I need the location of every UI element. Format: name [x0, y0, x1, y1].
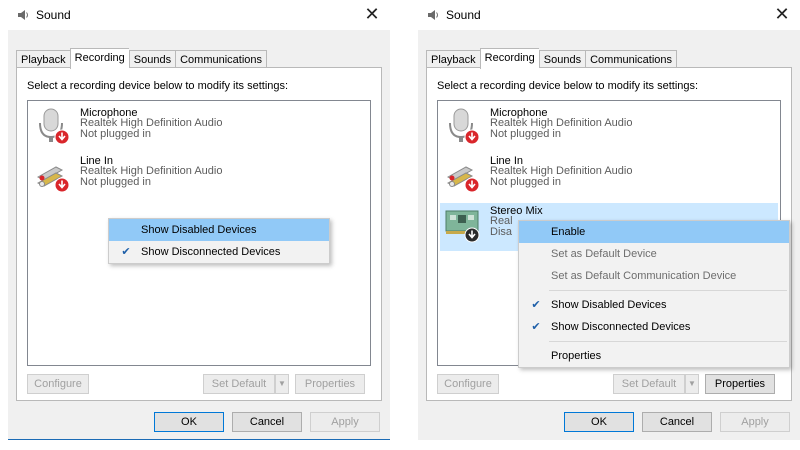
menu-item-show-disconnected[interactable]: ✔ Show Disconnected Devices [519, 316, 789, 338]
configure-button[interactable]: Configure [437, 374, 499, 394]
menu-item-set-default-device[interactable]: Set as Default Device [519, 243, 789, 265]
instruction-text: Select a recording device below to modif… [437, 80, 699, 92]
context-menu: Show Disabled Devices ✔ Show Disconnecte… [108, 218, 330, 264]
configure-button[interactable]: Configure [27, 374, 89, 394]
set-default-button[interactable]: Set Default [203, 374, 275, 394]
context-menu: Enable Set as Default Device Set as Defa… [518, 220, 790, 368]
speaker-icon [18, 10, 28, 20]
instruction-text: Select a recording device below to modif… [27, 80, 289, 92]
set-default-dropdown[interactable]: ▼ [275, 374, 289, 394]
device-status: Not plugged in [490, 128, 561, 140]
apply-button[interactable]: Apply [310, 412, 380, 432]
checkmark-icon: ✔ [531, 298, 541, 311]
device-microphone[interactable]: Microphone Realtek High Definition Audio… [440, 105, 778, 153]
sound-dialog-left: Sound ✕ Playback Recording Sounds Commun… [8, 0, 390, 440]
menu-item-enable[interactable]: Enable [519, 221, 789, 243]
device-status: Not plugged in [490, 176, 561, 188]
window-title: Sound [36, 8, 71, 22]
checkmark-icon: ✔ [121, 245, 131, 258]
device-status: Disa [490, 226, 513, 238]
tab-strip: Playback Recording Sounds Communications [426, 48, 678, 69]
line-in-icon [36, 166, 70, 193]
menu-item-show-disconnected[interactable]: ✔ Show Disconnected Devices [109, 241, 329, 263]
device-line-in[interactable]: Line In Realtek High Definition Audio No… [30, 153, 368, 201]
cancel-button[interactable]: Cancel [642, 412, 712, 432]
tab-strip: Playback Recording Sounds Communications [16, 48, 268, 69]
set-default-dropdown[interactable]: ▼ [685, 374, 699, 394]
menu-item-properties[interactable]: Properties [519, 345, 789, 367]
tab-communications[interactable]: Communications [175, 50, 268, 68]
cancel-button[interactable]: Cancel [232, 412, 302, 432]
tab-recording[interactable]: Recording [479, 48, 539, 69]
tab-sounds[interactable]: Sounds [128, 50, 176, 68]
chevron-down-icon: ▼ [278, 379, 286, 388]
sound-dialog-right: Sound ✕ Playback Recording Sounds Commun… [418, 0, 800, 440]
menu-item-show-disabled[interactable]: ✔ Show Disabled Devices [519, 294, 789, 316]
close-button[interactable]: ✕ [768, 2, 796, 28]
title-bar[interactable]: Sound ✕ [8, 0, 390, 30]
device-microphone[interactable]: Microphone Realtek High Definition Audio… [30, 105, 368, 153]
close-button[interactable]: ✕ [358, 2, 386, 28]
device-status: Not plugged in [80, 128, 151, 140]
chevron-down-icon: ▼ [688, 379, 696, 388]
microphone-icon [39, 108, 70, 145]
tab-sounds[interactable]: Sounds [538, 50, 586, 68]
properties-button[interactable]: Properties [295, 374, 365, 394]
menu-item-show-disabled[interactable]: Show Disabled Devices [109, 219, 329, 241]
line-in-icon [446, 166, 480, 193]
tab-playback[interactable]: Playback [16, 50, 70, 68]
properties-button[interactable]: Properties [705, 374, 775, 394]
device-status: Not plugged in [80, 176, 151, 188]
ok-button[interactable]: OK [564, 412, 634, 432]
menu-separator [549, 290, 787, 291]
tab-communications[interactable]: Communications [585, 50, 678, 68]
checkmark-icon: ✔ [531, 320, 541, 333]
tab-recording[interactable]: Recording [69, 48, 129, 69]
ok-button[interactable]: OK [154, 412, 224, 432]
menu-item-set-default-communication[interactable]: Set as Default Communication Device [519, 265, 789, 287]
speaker-icon [428, 10, 438, 20]
microphone-icon [449, 108, 480, 145]
menu-separator [549, 341, 787, 342]
apply-button[interactable]: Apply [720, 412, 790, 432]
tab-playback[interactable]: Playback [426, 50, 480, 68]
stereo-mix-icon [445, 210, 480, 243]
title-bar[interactable]: Sound ✕ [418, 0, 800, 30]
window-title: Sound [446, 8, 481, 22]
device-line-in[interactable]: Line In Realtek High Definition Audio No… [440, 153, 778, 201]
set-default-button[interactable]: Set Default [613, 374, 685, 394]
